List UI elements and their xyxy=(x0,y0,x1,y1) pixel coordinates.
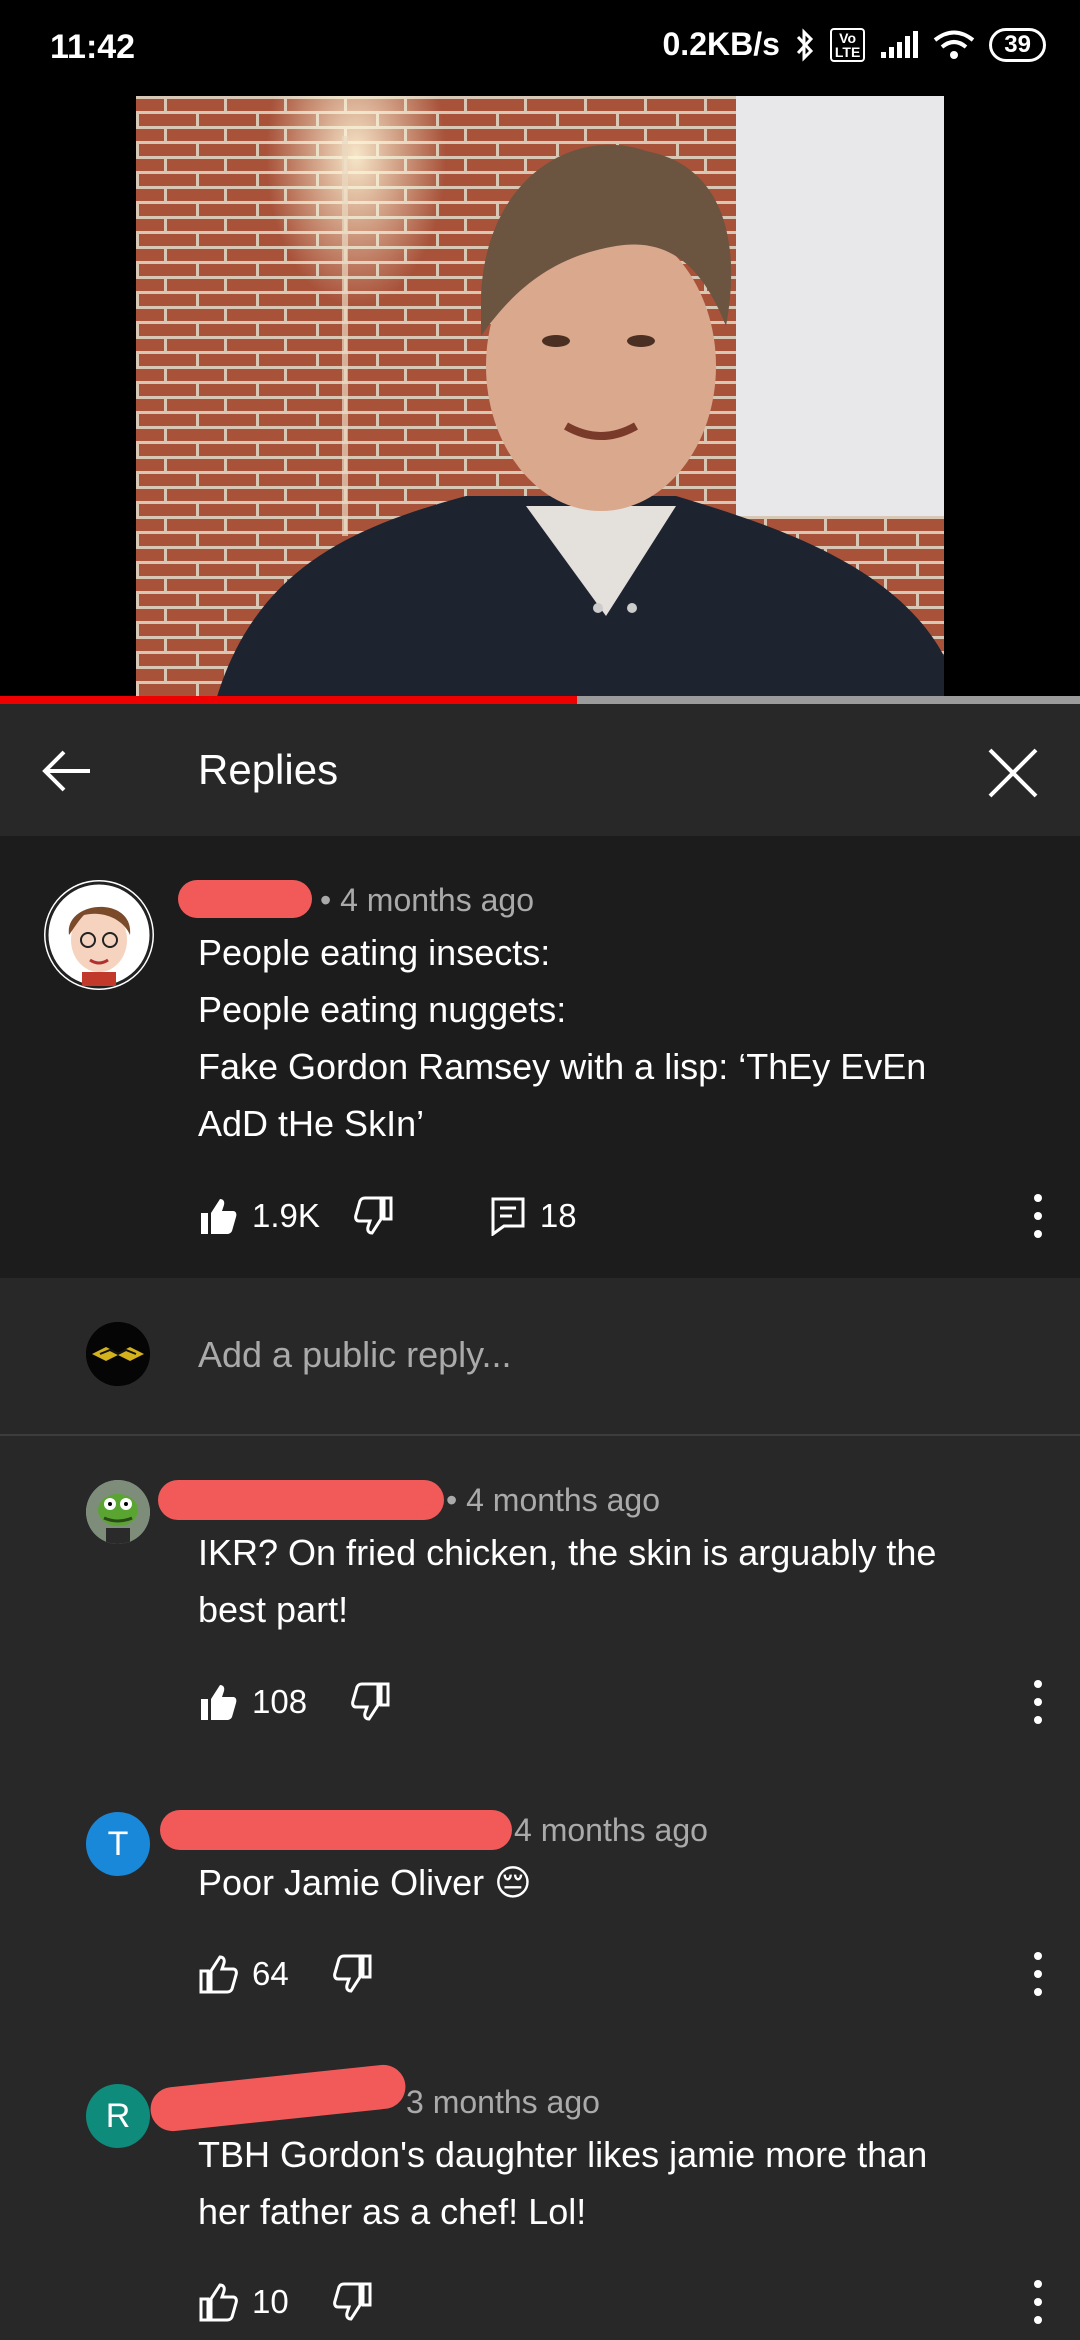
more-options-icon[interactable] xyxy=(1032,1952,1044,1996)
comment-line: People eating insects: xyxy=(198,932,551,973)
video-progress-played xyxy=(0,696,577,704)
bluetooth-icon xyxy=(796,27,813,62)
user-avatar xyxy=(86,1322,150,1386)
reply-actions: 64 xyxy=(198,1952,1044,1996)
wifi-icon xyxy=(934,30,975,59)
reply-input[interactable]: Add a public reply... xyxy=(198,1334,512,1376)
reply-line: IKR? On fried chicken, the skin is argua… xyxy=(198,1532,937,1573)
reply-time: 3 months ago xyxy=(406,2084,600,2120)
reply-actions: 10 xyxy=(198,2280,1044,2324)
original-comment: • 4 months ago People eating insects: Pe… xyxy=(0,836,1080,1278)
status-icons: 0.2KB/s Vo LTE 39 xyxy=(662,26,1046,63)
reply-count: 18 xyxy=(539,1197,577,1234)
redacted-username xyxy=(160,1810,512,1850)
reply-time: • 4 months ago xyxy=(446,1482,660,1518)
video-progress-bar[interactable] xyxy=(0,696,1080,704)
battery-indicator: 39 xyxy=(989,27,1046,62)
close-icon[interactable] xyxy=(986,746,1040,800)
like-icon[interactable] xyxy=(198,1954,238,1994)
more-options-icon[interactable] xyxy=(1032,1194,1044,1238)
redacted-username xyxy=(148,2062,408,2134)
reply-avatar[interactable] xyxy=(86,1480,150,1544)
comment-text: People eating insects: People eating nug… xyxy=(198,924,1018,1152)
network-speed: 0.2KB/s xyxy=(662,26,780,62)
dislike-icon[interactable] xyxy=(332,1954,373,1994)
reply-time: 4 months ago xyxy=(514,1812,708,1848)
redacted-username xyxy=(158,1480,444,1520)
more-options-icon[interactable] xyxy=(1032,2280,1044,2324)
reply-line: Poor Jamie Oliver 😔 xyxy=(198,1862,532,1903)
video-player[interactable] xyxy=(0,96,1080,700)
like-filled-icon[interactable] xyxy=(198,1196,238,1236)
like-count: 1.9K xyxy=(252,1197,320,1234)
redacted-username xyxy=(178,880,312,918)
video-frame xyxy=(136,96,944,700)
replies-header: Replies xyxy=(0,704,1080,838)
dislike-icon[interactable] xyxy=(332,2282,373,2322)
reply-text: TBH Gordon's daughter likes jamie more t… xyxy=(198,2126,1018,2240)
signal-icon xyxy=(881,30,919,58)
reply-text: Poor Jamie Oliver 😔 xyxy=(198,1854,1018,1911)
add-reply-box[interactable]: Add a public reply... xyxy=(0,1278,1080,1436)
reply-line: best part! xyxy=(198,1589,349,1630)
volte-icon: Vo LTE xyxy=(829,27,866,62)
reply-icon[interactable] xyxy=(490,1196,526,1236)
back-arrow-icon[interactable] xyxy=(40,746,94,796)
reply-actions: 108 xyxy=(198,1680,1044,1724)
like-count: 10 xyxy=(252,2283,289,2320)
reply-item: T 4 months ago Poor Jamie Oliver 😔 64 xyxy=(0,1772,1080,2012)
reply-line: her father as a chef! Lol! xyxy=(198,2191,587,2232)
page-title: Replies xyxy=(198,746,339,793)
status-bar: 11:42 0.2KB/s Vo LTE 39 xyxy=(0,0,1080,96)
comment-time: • 4 months ago xyxy=(320,882,534,918)
reply-text: IKR? On fried chicken, the skin is argua… xyxy=(198,1524,1018,1638)
commenter-avatar[interactable] xyxy=(44,880,154,990)
reply-item: R 3 months ago TBH Gordon's daughter lik… xyxy=(0,2044,1080,2340)
reply-avatar[interactable]: T xyxy=(86,1812,150,1876)
status-time: 11:42 xyxy=(50,28,136,66)
reply-line: TBH Gordon's daughter likes jamie more t… xyxy=(198,2134,928,2175)
like-count: 108 xyxy=(252,1683,308,1720)
reply-item: • 4 months ago IKR? On fried chicken, th… xyxy=(0,1436,1080,1746)
like-icon[interactable] xyxy=(198,2282,238,2322)
comment-time-text: 4 months ago xyxy=(340,882,534,918)
comment-actions: 1.9K 18 xyxy=(198,1194,1044,1238)
comment-line: AdD tHe SkIn’ xyxy=(198,1103,425,1144)
reply-avatar[interactable]: R xyxy=(86,2084,150,2148)
like-filled-icon[interactable] xyxy=(198,1682,238,1722)
comment-line: Fake Gordon Ramsey with a lisp: ‘ThEy Ev… xyxy=(198,1046,927,1087)
reply-time-text: 4 months ago xyxy=(466,1482,660,1518)
like-count: 64 xyxy=(252,1955,289,1992)
more-options-icon[interactable] xyxy=(1032,1680,1044,1724)
dislike-icon[interactable] xyxy=(354,1196,394,1236)
comment-line: People eating nuggets: xyxy=(198,989,567,1030)
dislike-icon[interactable] xyxy=(351,1682,391,1722)
